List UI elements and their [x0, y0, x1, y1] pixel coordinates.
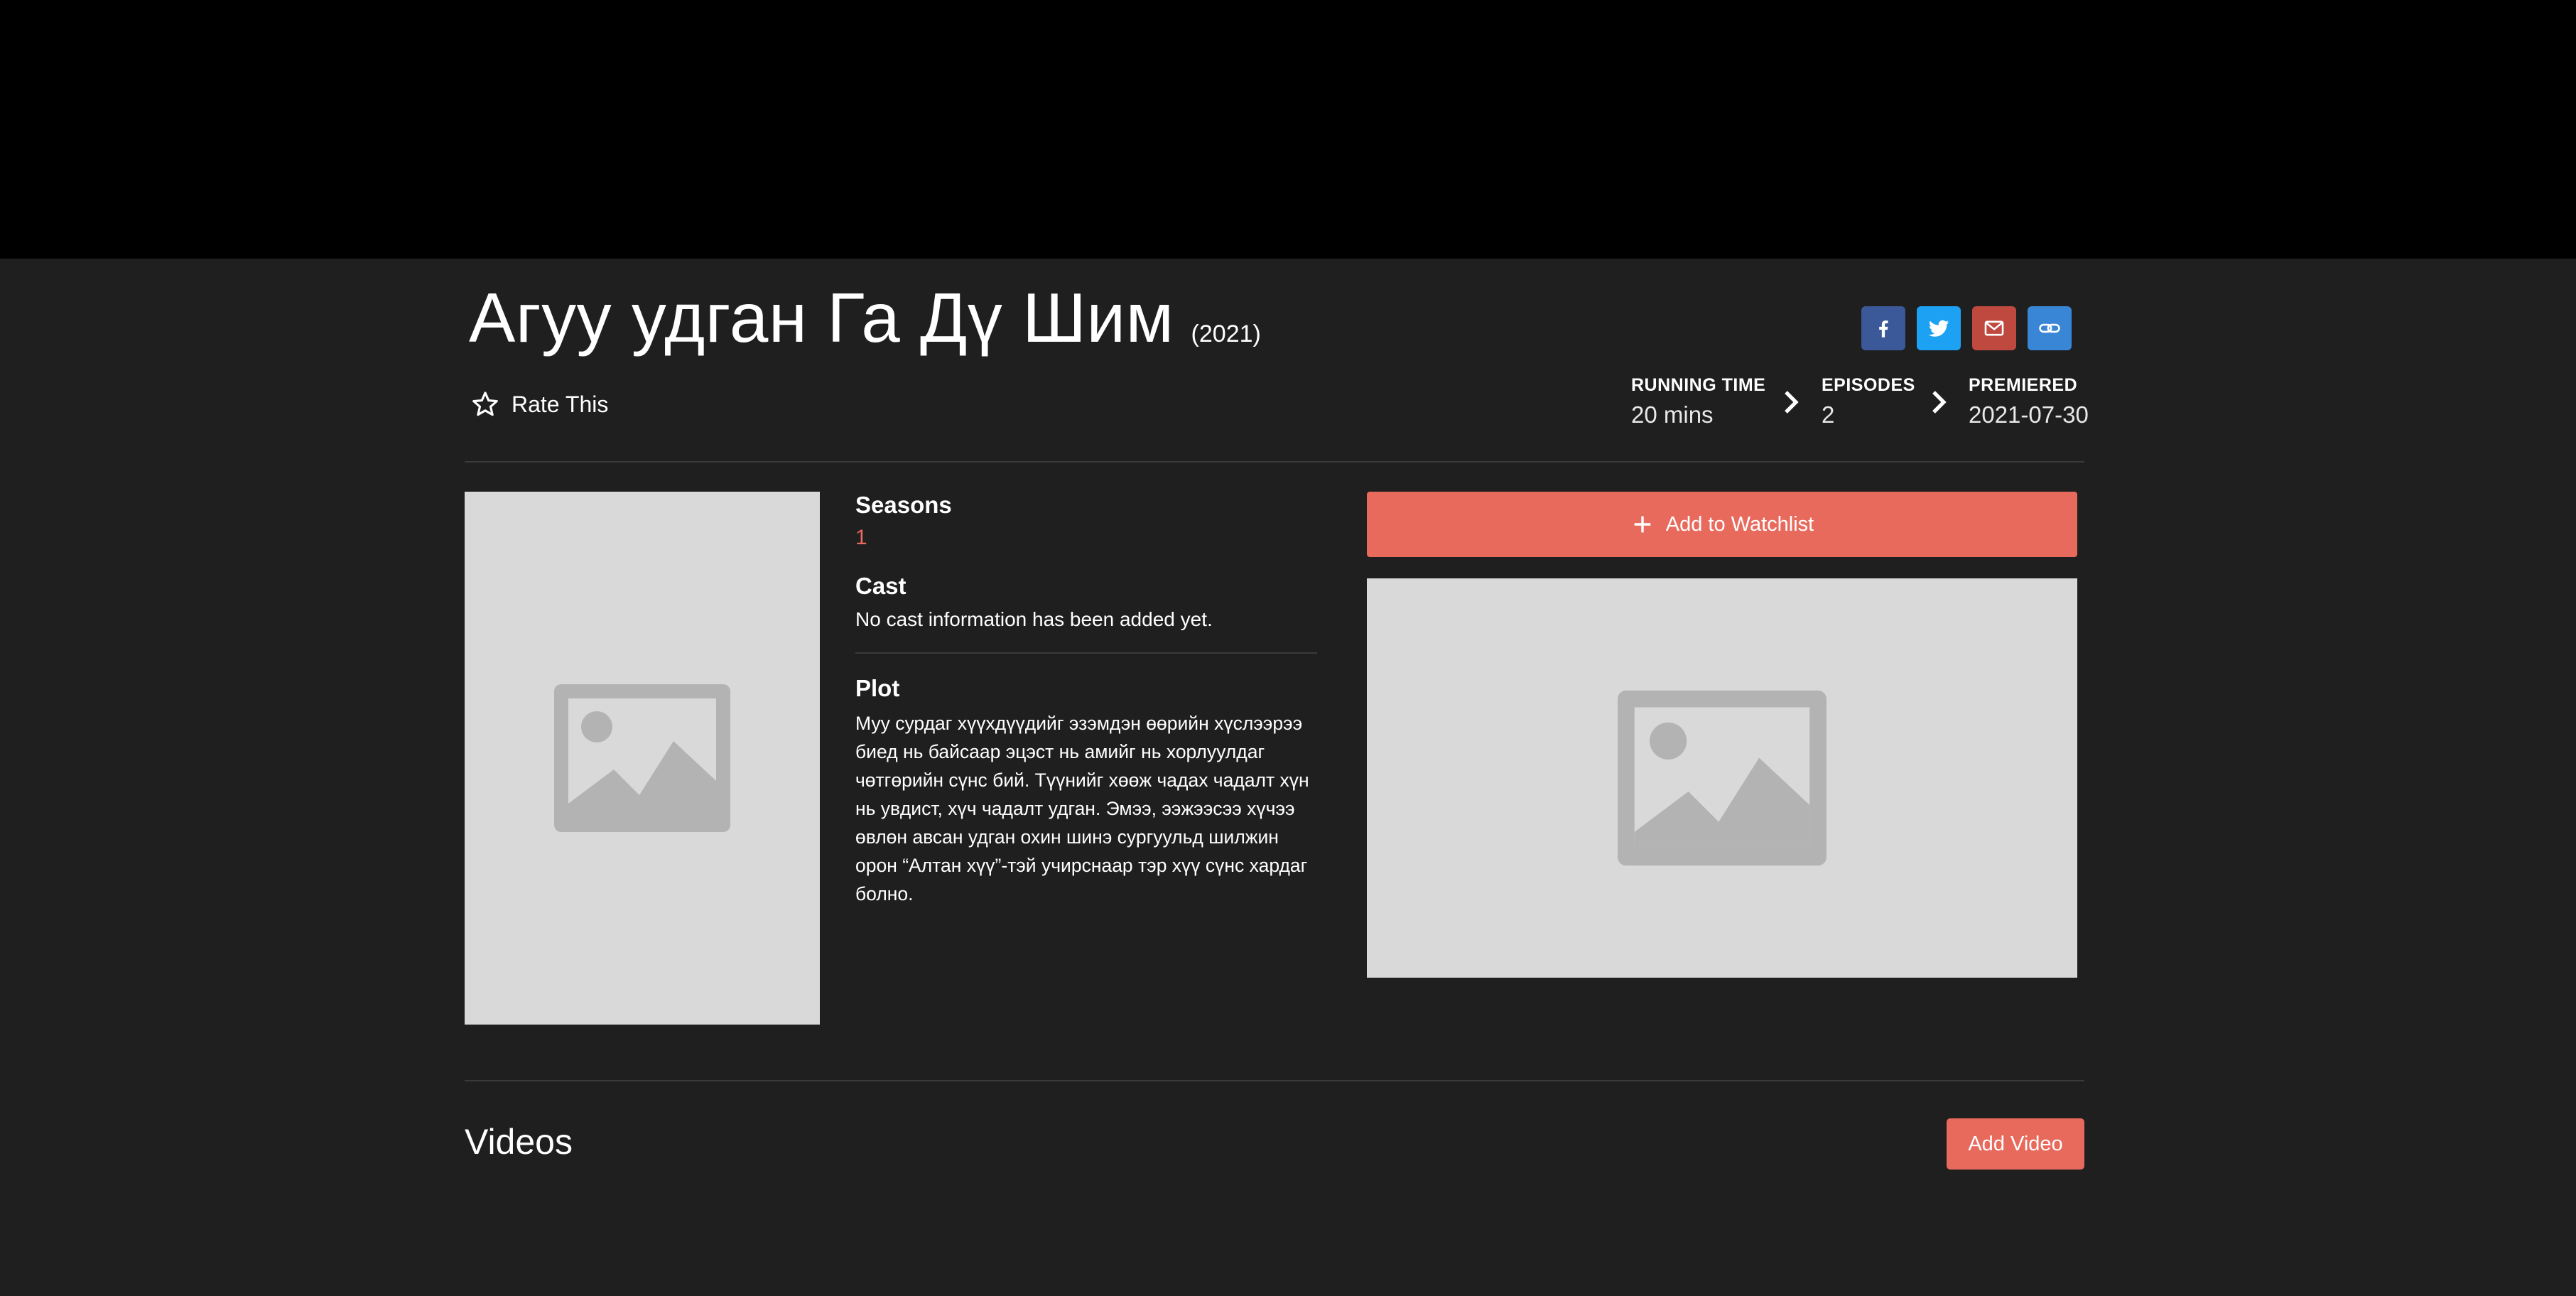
episodes-value: 2: [1822, 401, 1835, 428]
premiered-value: 2021-07-30: [1969, 401, 2089, 428]
section-divider: [465, 1080, 2084, 1081]
running-time-label: RUNNING TIME: [1631, 375, 1766, 395]
share-email-button[interactable]: [1972, 306, 2016, 350]
plot-heading: Plot: [855, 675, 900, 701]
episodes-stat[interactable]: EPISODES 2: [1822, 375, 1915, 428]
running-time-stat: RUNNING TIME 20 mins: [1631, 375, 1765, 428]
premiered-stat: PREMIERED 2021-07-30: [1969, 375, 2089, 428]
chevron-right-icon: [1785, 391, 1799, 414]
add-to-watchlist-label: Add to Watchlist: [1665, 512, 1814, 536]
premiered-label: PREMIERED: [1969, 375, 2078, 395]
show-year: (2021): [1191, 320, 1261, 347]
facebook-icon: [1879, 320, 1888, 338]
poster-image: [465, 492, 820, 1025]
chevron-right-icon: [1932, 391, 1947, 414]
add-video-button[interactable]: Add Video: [1947, 1118, 2084, 1170]
email-icon: [1984, 320, 2004, 336]
videos-heading: Videos: [465, 1122, 573, 1162]
running-time-value: 20 mins: [1631, 401, 1714, 428]
title-row: Агуу удган Га Дү Шим (2021): [469, 283, 1261, 352]
plus-icon: [1634, 516, 1651, 533]
add-to-watchlist-button[interactable]: Add to Watchlist: [1367, 492, 2077, 557]
header-divider: [465, 461, 2084, 463]
image-placeholder-icon: [1618, 690, 1827, 866]
plot-text: Муу сурдаг хүүхдүүдийг эзэмдэн өөрийн хү…: [855, 713, 1309, 904]
episodes-label: EPISODES: [1822, 375, 1915, 395]
cast-text: No cast information has been added yet.: [855, 608, 1213, 630]
share-twitter-button[interactable]: [1917, 306, 1961, 350]
cast-heading: Cast: [855, 573, 907, 599]
link-icon: [2039, 323, 2060, 333]
seasons-heading: Seasons: [855, 492, 952, 518]
rate-this-button[interactable]: Rate This: [470, 389, 608, 419]
show-details: Seasons 1 Cast No cast information has b…: [855, 492, 1317, 908]
show-title: Агуу удган Га Дү Шим: [469, 279, 1174, 357]
share-facebook-button[interactable]: [1861, 306, 1905, 350]
twitter-icon: [1928, 320, 1949, 337]
top-banner: [0, 0, 2576, 259]
seasons-link[interactable]: 1: [855, 526, 1317, 550]
details-divider: [855, 652, 1317, 654]
share-link-button[interactable]: [2028, 306, 2072, 350]
rate-this-label: Rate This: [512, 391, 609, 417]
image-placeholder-icon: [554, 684, 730, 832]
trailer-image: [1367, 578, 2077, 978]
star-icon: [472, 392, 498, 416]
